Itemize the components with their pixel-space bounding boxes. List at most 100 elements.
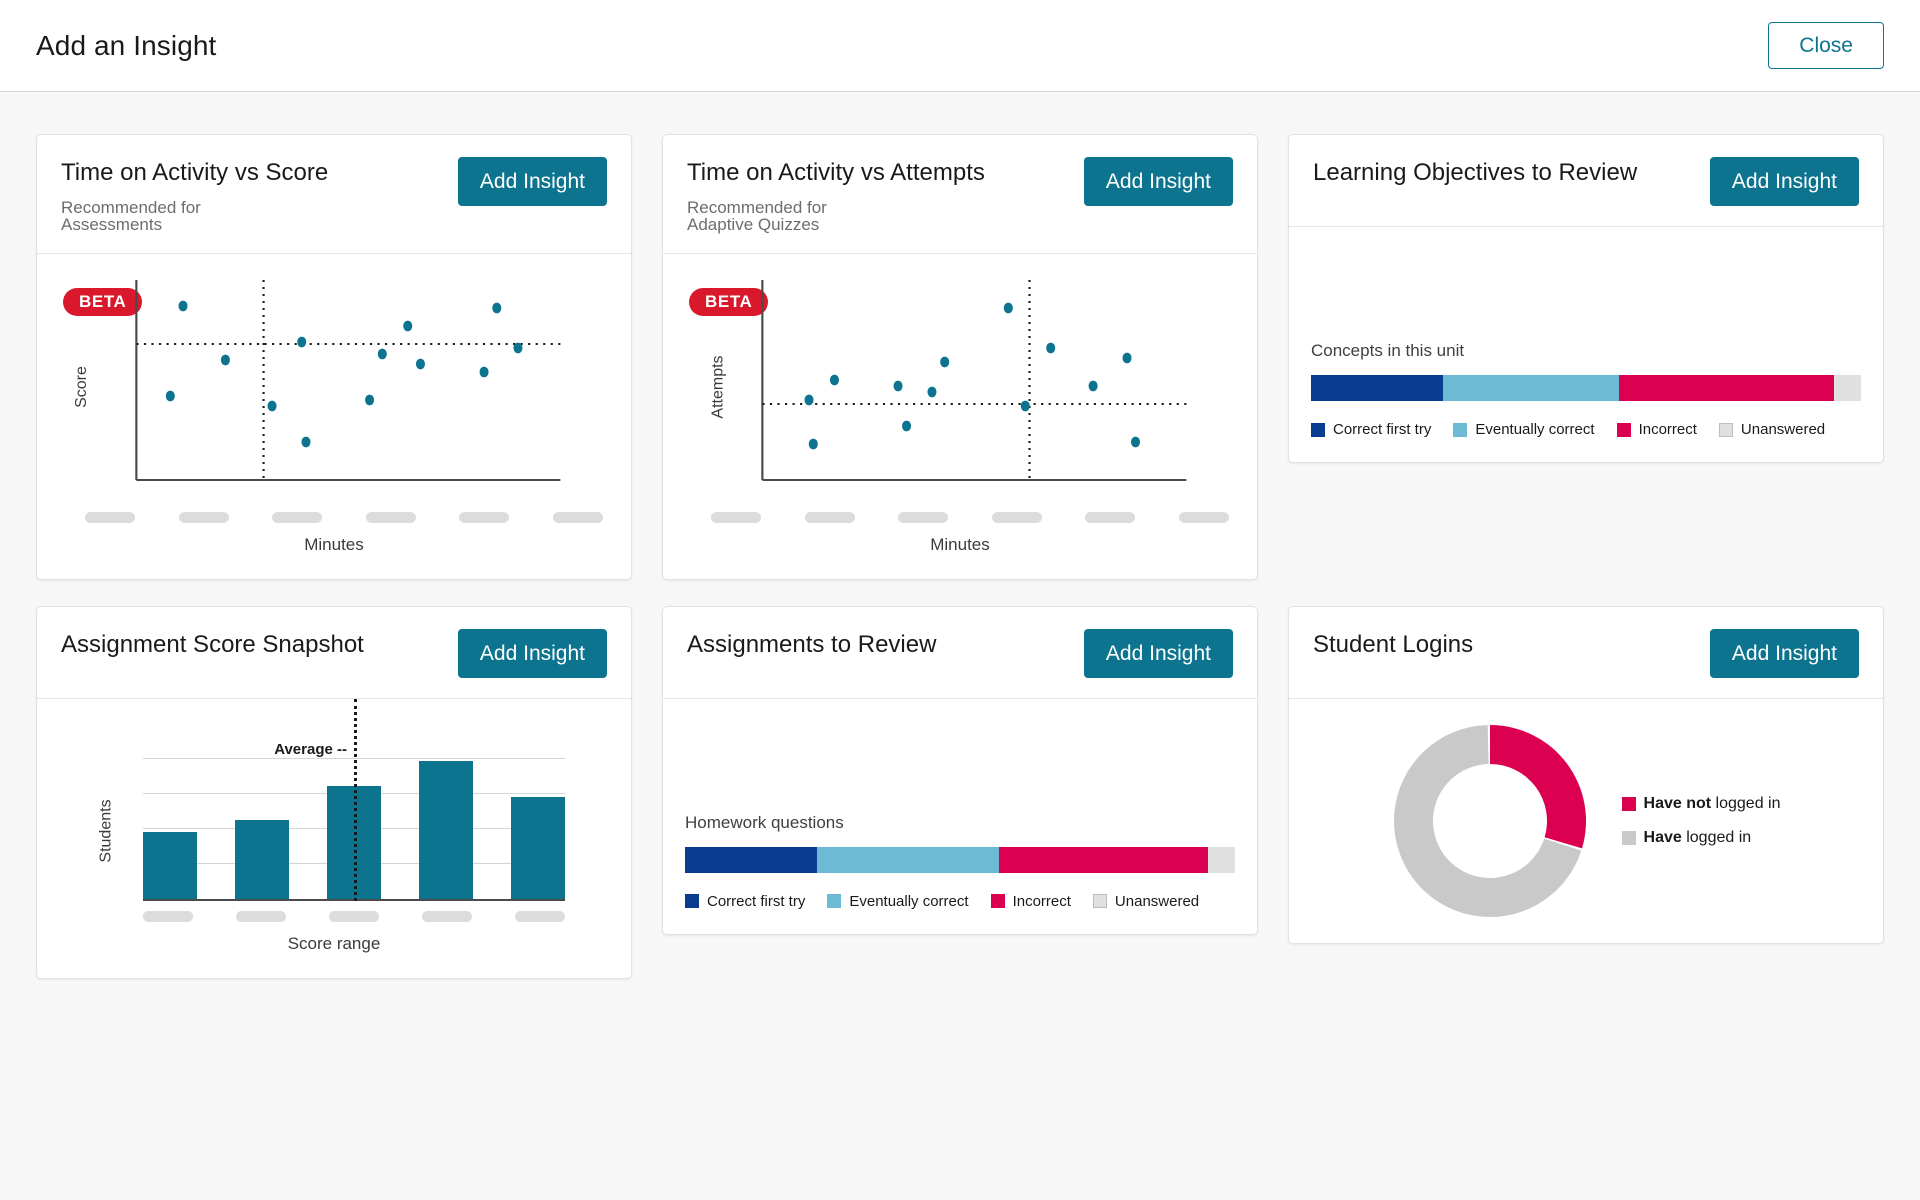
insight-card-learning-objectives[interactable]: Learning Objectives to Review Add Insigh… <box>1288 134 1884 464</box>
legend-label: Incorrect <box>1638 421 1697 439</box>
insight-card-time-vs-score[interactable]: Time on Activity vs Score Recommended fo… <box>36 134 632 580</box>
card-header: Time on Activity vs Attempts Recommended… <box>663 135 1257 254</box>
legend-item: Correct first try <box>1311 421 1431 438</box>
chart-top-spacer <box>685 717 1235 813</box>
stacked-bar-segment <box>1443 375 1619 402</box>
page-title: Add an Insight <box>36 29 217 61</box>
add-insight-button[interactable]: Add Insight <box>1709 628 1859 678</box>
add-insight-button[interactable]: Add Insight <box>1083 628 1233 678</box>
stacked-bar-caption: Homework questions <box>685 812 844 832</box>
tick-placeholder <box>272 511 323 523</box>
card-titles: Assignments to Review <box>687 629 936 659</box>
insight-card-assignments-to-review[interactable]: Assignments to Review Add Insight Homewo… <box>662 605 1258 935</box>
bar <box>143 831 197 899</box>
legend-swatch-icon <box>1621 830 1636 845</box>
legend-item: Have logged in <box>1621 828 1781 847</box>
bar-chart: Average -- <box>143 698 565 901</box>
tick-placeholder <box>552 511 603 523</box>
legend-item: Eventually correct <box>827 892 969 910</box>
bar <box>419 761 473 899</box>
card-title: Assignment Score Snapshot <box>61 630 364 658</box>
legend-swatch-icon <box>1453 422 1468 437</box>
card-subtitle: Recommended for Adaptive Quizzes <box>687 197 827 234</box>
stacked-bar-segment <box>817 846 999 873</box>
stacked-bar-caption: Concepts in this unit <box>1311 341 1465 361</box>
legend-swatch-icon <box>1092 894 1107 909</box>
card-title: Student Logins <box>1313 630 1474 658</box>
card-body: Homework questions Correct first try Even… <box>663 699 1257 934</box>
insight-card-time-vs-attempts[interactable]: Time on Activity vs Attempts Recommended… <box>662 134 1258 580</box>
tick-placeholder <box>329 910 379 922</box>
stacked-bar-segment <box>1207 846 1235 873</box>
donut-chart-area: Have not logged in Have logged in <box>1311 717 1861 919</box>
tick-placeholder <box>459 511 510 523</box>
legend-item: Incorrect <box>1616 421 1697 439</box>
card-title: Learning Objectives to Review <box>1313 159 1638 186</box>
stacked-bar-segment <box>1619 375 1834 402</box>
stacked-bar-chart <box>685 846 1235 873</box>
legend-swatch-icon <box>1718 422 1733 437</box>
average-marker-line <box>354 698 357 901</box>
card-header: Assignments to Review Add Insight <box>663 607 1257 699</box>
add-insight-button[interactable]: Add Insight <box>1709 157 1859 207</box>
card-body: BETA Score Minutes <box>37 254 631 579</box>
legend-item: Unanswered <box>1092 893 1199 910</box>
insight-gallery: Time on Activity vs Score Recommended fo… <box>0 92 1920 1200</box>
insight-card-assignment-score-snapshot[interactable]: Assignment Score Snapshot Add Insight St… <box>36 605 632 979</box>
card-body: Have not logged in Have logged in <box>1289 699 1883 943</box>
legend-label: Eventually correct <box>849 892 969 910</box>
legend-item: Correct first try <box>685 893 805 910</box>
legend-item: Have not logged in <box>1621 795 1780 813</box>
tick-placeholder <box>85 511 135 523</box>
card-titles: Student Logins <box>1313 629 1473 659</box>
y-axis-label: Attempts <box>709 355 727 419</box>
legend-item: Incorrect <box>990 892 1071 910</box>
tick-placeholder <box>804 511 855 523</box>
stacked-bar-segment <box>685 846 817 873</box>
x-tick-placeholders <box>143 910 565 922</box>
legend-swatch-icon <box>827 894 842 909</box>
insight-card-student-logins[interactable]: Student Logins Add Insight Have not logg… <box>1288 605 1884 944</box>
card-titles: Time on Activity vs Score Recommended fo… <box>61 157 328 233</box>
stacked-bar-segment <box>1833 375 1861 402</box>
tick-placeholder <box>515 910 565 922</box>
legend-label: Eventually correct <box>1475 421 1595 439</box>
tick-placeholder <box>178 511 229 523</box>
tick-placeholder <box>1178 511 1229 523</box>
scatter-svg <box>135 279 561 481</box>
donut-legend: Have not logged in Have logged in <box>1621 795 1781 847</box>
x-tick-placeholders <box>85 511 603 523</box>
legend-swatch-icon <box>685 894 699 909</box>
average-marker-label: Average -- <box>274 740 347 758</box>
donut-chart <box>1392 723 1588 919</box>
close-button[interactable]: Close <box>1768 21 1884 70</box>
tick-placeholder <box>143 910 193 922</box>
bar <box>235 819 289 899</box>
modal-header: Add an Insight Close <box>0 0 1920 92</box>
card-subtitle: Recommended for Assessments <box>61 197 201 234</box>
legend-label: Have logged in <box>1643 828 1752 846</box>
tick-placeholder <box>1085 511 1136 523</box>
legend-label: Unanswered <box>1740 421 1826 439</box>
add-insight-button[interactable]: Add Insight <box>1083 157 1233 207</box>
tick-placeholder <box>236 910 286 922</box>
stacked-bar-segment <box>1311 375 1443 402</box>
legend-label: Correct first try <box>1333 421 1432 439</box>
add-insight-button[interactable]: Add Insight <box>457 157 607 207</box>
legend-label: Incorrect <box>1012 892 1071 910</box>
add-insight-button[interactable]: Add Insight <box>457 628 607 678</box>
card-body: BETA Attempts Minutes <box>663 254 1257 579</box>
x-axis-label: Minutes <box>930 534 990 554</box>
legend-item: Unanswered <box>1718 421 1826 439</box>
scatter-chart-attempts: Attempts <box>710 272 1195 502</box>
legend-swatch-icon <box>990 894 1005 909</box>
donut-svg <box>1393 724 1586 917</box>
card-header: Student Logins Add Insight <box>1289 607 1883 699</box>
y-axis-label: Score <box>72 365 90 408</box>
legend-swatch-icon <box>1616 422 1631 437</box>
scatter-chart-score: Score <box>73 272 569 502</box>
y-axis-label: Students <box>97 799 115 863</box>
bar <box>511 796 565 899</box>
card-titles: Assignment Score Snapshot <box>61 629 364 659</box>
insight-card-grid: Time on Activity vs Score Recommended fo… <box>36 134 1884 979</box>
